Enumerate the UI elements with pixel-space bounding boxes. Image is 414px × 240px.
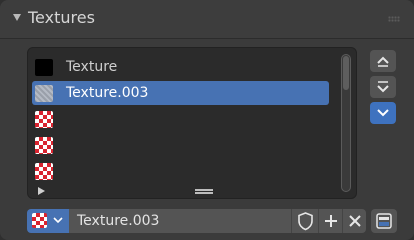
panel-header[interactable]: Textures <box>0 0 414 39</box>
specials-menu-button[interactable] <box>370 102 396 124</box>
chevron-down-icon <box>377 81 389 93</box>
list-item[interactable] <box>28 106 333 132</box>
browse-texture-button[interactable] <box>27 209 69 233</box>
shield-icon <box>298 212 313 231</box>
new-texture-button[interactable] <box>318 209 342 233</box>
checker-texture-icon <box>32 213 47 228</box>
chevron-up-icon <box>377 56 389 67</box>
list-item-selected[interactable]: Texture.003 <box>28 80 333 106</box>
list-item-label: Texture.003 <box>66 85 149 101</box>
chevron-down-icon <box>53 217 63 224</box>
checker-texture-icon <box>35 137 53 154</box>
drag-grip-icon[interactable] <box>388 16 400 22</box>
x-icon <box>349 215 361 227</box>
datablock-name: Texture.003 <box>77 213 160 229</box>
texture-node-icon <box>376 213 392 229</box>
plus-icon <box>325 215 337 227</box>
list-scrollbar[interactable] <box>341 54 351 192</box>
list-item[interactable] <box>28 132 333 158</box>
unlink-texture-button[interactable] <box>342 209 366 233</box>
panel-title: Textures <box>28 8 95 27</box>
texture-node-button[interactable] <box>371 209 397 233</box>
triangle-down-icon[interactable] <box>13 14 21 21</box>
checker-texture-icon <box>35 163 53 180</box>
datablock-name-field[interactable]: Texture.003 <box>69 209 291 233</box>
checker-texture-icon <box>35 111 53 128</box>
triangle-right-icon[interactable] <box>38 187 45 195</box>
fake-user-button[interactable] <box>291 209 318 233</box>
textures-panel: Textures Texture Texture.003 Texture.003 <box>0 0 414 240</box>
move-down-button[interactable] <box>370 76 396 98</box>
resize-handle-icon[interactable] <box>195 189 213 194</box>
datablock-selector: Texture.003 <box>27 209 399 233</box>
black-square-icon <box>35 59 53 76</box>
list-item[interactable]: Texture <box>28 54 333 80</box>
scrollbar-thumb[interactable] <box>343 56 349 90</box>
move-up-button[interactable] <box>370 50 396 72</box>
noise-texture-icon <box>35 85 53 102</box>
chevron-down-icon <box>377 109 389 117</box>
list-item[interactable] <box>28 158 333 184</box>
texture-list: Texture Texture.003 <box>27 47 357 199</box>
list-item-label: Texture <box>66 59 118 75</box>
